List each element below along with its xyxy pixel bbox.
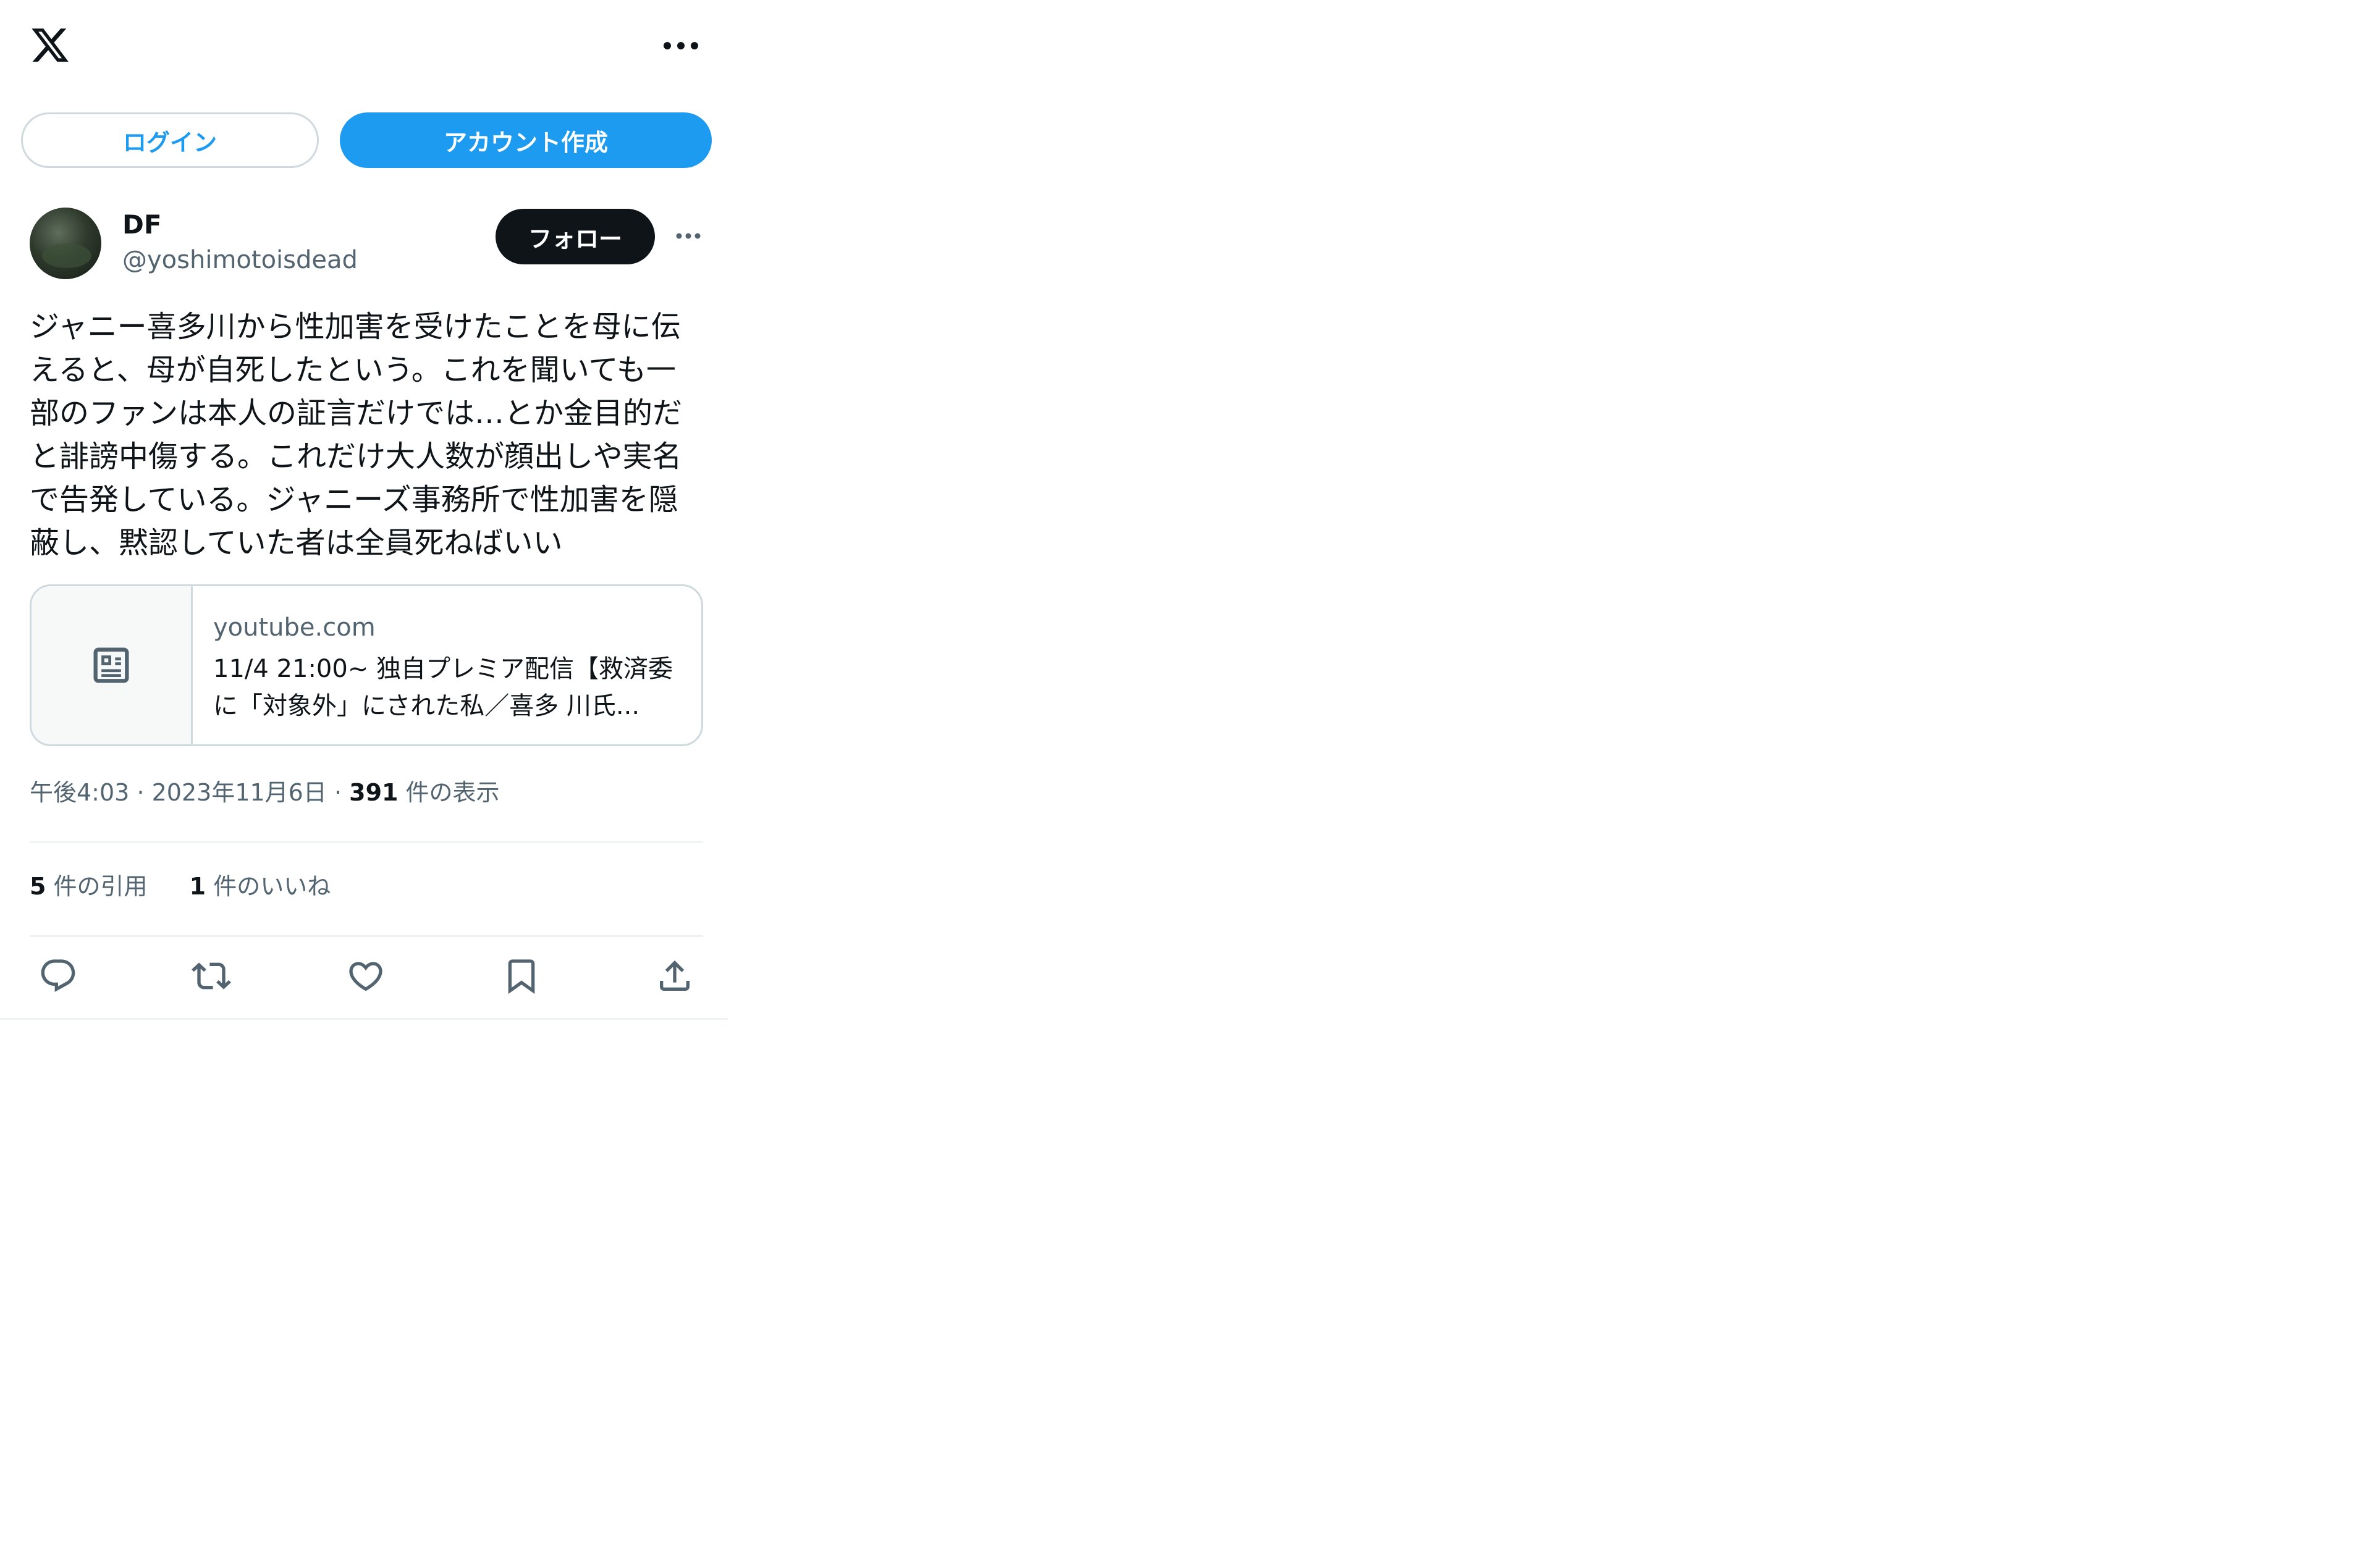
bookmark-icon[interactable]	[502, 956, 541, 996]
author-handle[interactable]: @yoshimotoisdead	[122, 245, 358, 275]
reply-icon[interactable]	[38, 956, 78, 996]
divider	[30, 841, 703, 843]
views-count: 391	[349, 779, 399, 806]
likes-count: 1	[189, 873, 206, 900]
tweet-more-icon[interactable]	[675, 229, 702, 243]
top-bar	[0, 0, 728, 93]
card-domain: youtube.com	[213, 613, 376, 642]
tweet-page: ログイン アカウント作成 DF @yoshimotoisdead フォロー ジャ…	[0, 0, 728, 1020]
quotes-stat[interactable]: 5 件の引用	[30, 871, 148, 902]
meta-separator: ·	[334, 779, 350, 806]
quotes-label: 件の引用	[53, 873, 148, 900]
link-card[interactable]: youtube.com 11/4 21:00~ 独自プレミア配信【救済委に「対象…	[30, 584, 703, 746]
tweet-text: ジャニー喜多川から性加害を受けたことを母に伝えると、母が自死したという。これを聞…	[30, 309, 683, 560]
tweet-time[interactable]: 午後4:03	[30, 779, 129, 806]
tweet-meta: 午後4:03 · 2023年11月6日 · 391 件の表示	[30, 777, 500, 808]
card-title: 11/4 21:00~ 独自プレミア配信【救済委に「対象外」にされた私／喜多 川…	[213, 655, 673, 720]
tweet-actions	[30, 956, 703, 999]
meta-separator: ·	[137, 779, 152, 806]
likes-stat[interactable]: 1 件のいいね	[190, 871, 331, 902]
x-logo-icon[interactable]	[28, 25, 72, 65]
divider	[30, 935, 703, 937]
retweet-icon[interactable]	[192, 956, 231, 996]
create-account-button[interactable]: アカウント作成	[340, 112, 712, 168]
likes-label: 件のいいね	[213, 873, 331, 900]
more-horizontal-icon[interactable]	[661, 37, 701, 54]
tweet-stats: 5 件の引用 1 件のいいね	[30, 871, 365, 902]
share-icon[interactable]	[655, 956, 694, 996]
author-display-name[interactable]: DF	[122, 209, 162, 241]
follow-button[interactable]: フォロー	[496, 209, 655, 264]
login-button[interactable]: ログイン	[21, 112, 319, 168]
quotes-count: 5	[30, 873, 46, 900]
card-thumbnail	[32, 586, 193, 744]
avatar[interactable]	[30, 208, 101, 279]
views-label: 件の表示	[405, 779, 500, 806]
tweet-date[interactable]: 2023年11月6日	[152, 779, 327, 806]
like-icon[interactable]	[346, 956, 386, 996]
article-icon	[93, 647, 129, 683]
